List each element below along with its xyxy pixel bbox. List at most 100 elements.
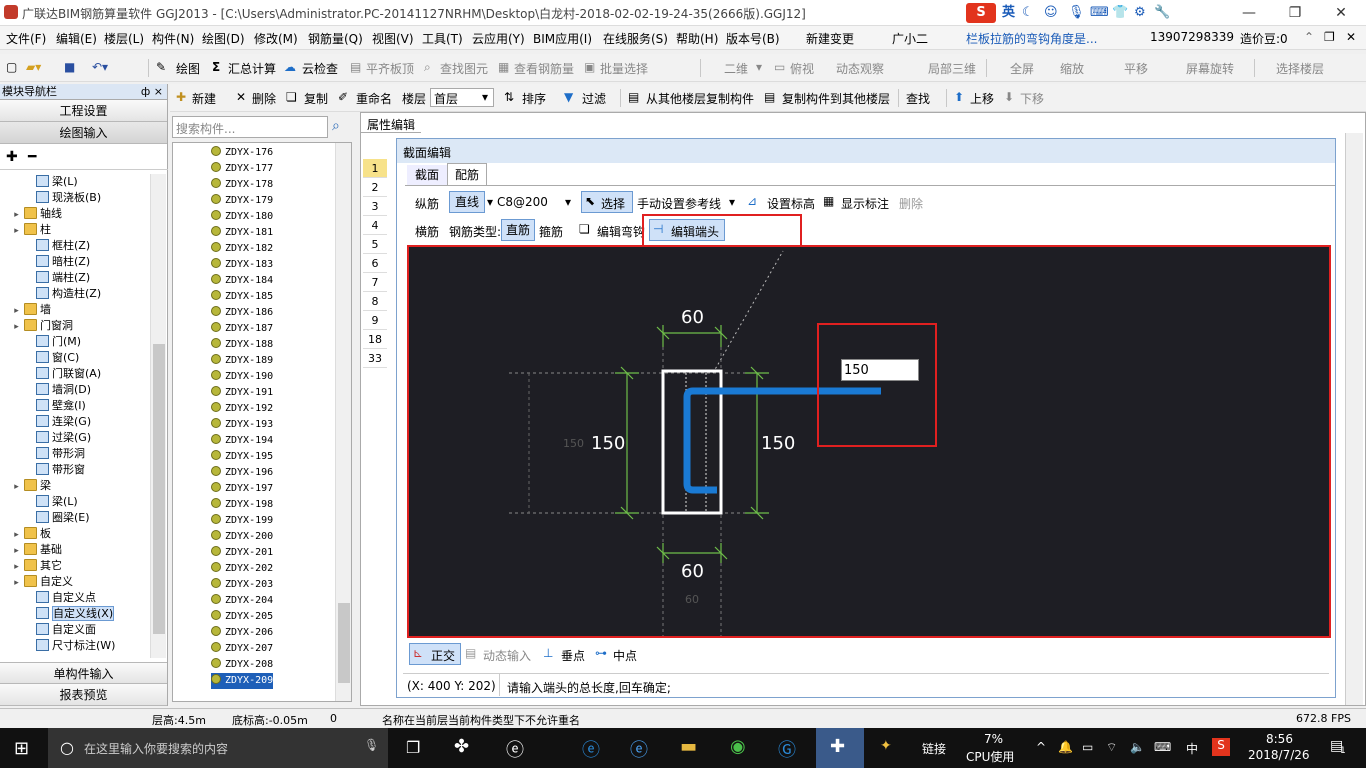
mdi-close-icon[interactable]: ✕	[1346, 30, 1356, 44]
tree-item[interactable]: 梁(L)	[36, 494, 78, 510]
tree-item[interactable]: 自定义线(X)	[36, 606, 115, 622]
property-scrollbar[interactable]	[1345, 133, 1363, 705]
dynamic-input-button[interactable]: 动态输入	[483, 647, 531, 664]
undo-icon[interactable]: ↶▾	[92, 60, 108, 74]
list-item[interactable]: ZDYX-178	[211, 177, 273, 193]
tree-item[interactable]: 自定义面	[36, 622, 96, 638]
property-row-number[interactable]: 8	[363, 292, 387, 311]
ime-english[interactable]: 英	[1002, 3, 1015, 23]
save-icon[interactable]: ■	[64, 60, 75, 74]
file-explorer-icon[interactable]: ▬	[680, 736, 697, 757]
tree-expander-icon[interactable]: ▸	[12, 527, 21, 543]
tray-bell-icon[interactable]: 🔔	[1058, 740, 1073, 754]
menu-edit[interactable]: 编辑(E)	[56, 30, 97, 47]
copy-from-button[interactable]: 从其他楼层复制构件	[646, 90, 754, 107]
move-up-button[interactable]: 上移	[970, 90, 994, 107]
set-elev-button[interactable]: 设置标高	[767, 195, 815, 212]
property-row-number[interactable]: 2	[363, 178, 387, 197]
volume-icon[interactable]: 🔈	[1130, 740, 1145, 754]
rotate-button[interactable]: 屏幕旋转	[1186, 60, 1234, 77]
new-button[interactable]: 新建	[192, 90, 216, 107]
copy-button[interactable]: 复制	[304, 90, 328, 107]
tree-item[interactable]: 门联窗(A)	[36, 366, 101, 382]
tree-expander-icon[interactable]: ▸	[12, 559, 21, 575]
show-dim-button[interactable]: 显示标注	[841, 195, 889, 212]
menu-online[interactable]: 在线服务(S)	[603, 30, 668, 47]
list-item[interactable]: ZDYX-198	[211, 497, 273, 513]
mic-search-icon[interactable]: 🎙	[364, 738, 379, 752]
top-view-button[interactable]: 俯视	[790, 60, 814, 77]
tree-item[interactable]: 自定义点	[36, 590, 96, 606]
tree-item[interactable]: 圈梁(E)	[36, 510, 90, 526]
close-button[interactable]: ✕	[1318, 0, 1364, 26]
move-down-button[interactable]: 下移	[1020, 90, 1044, 107]
menu-help[interactable]: 帮助(H)	[676, 30, 718, 47]
menu-modify[interactable]: 修改(M)	[254, 30, 298, 47]
draw-input-button[interactable]: 绘图输入	[0, 122, 167, 144]
sogou-tray-icon[interactable]: S	[1212, 738, 1230, 756]
clothes-icon[interactable]: 👕	[1112, 3, 1128, 23]
list-item[interactable]: ZDYX-207	[211, 641, 273, 657]
nav-pin-close[interactable]: ф ×	[141, 84, 163, 100]
menu-rebar-qty[interactable]: 钢筋量(Q)	[308, 30, 363, 47]
tree-scrollbar[interactable]	[150, 174, 166, 658]
property-row-number[interactable]: 7	[363, 273, 387, 292]
mdi-restore-icon[interactable]: ❐	[1324, 30, 1335, 44]
list-item[interactable]: ZDYX-177	[211, 161, 273, 177]
stirrup-button[interactable]: 箍筋	[539, 223, 563, 240]
filter-button[interactable]: 过滤	[582, 90, 606, 107]
draw-button[interactable]: 绘图	[176, 60, 200, 77]
list-item[interactable]: ZDYX-192	[211, 401, 273, 417]
tree-scroll-thumb[interactable]	[153, 344, 165, 634]
menu-assistant[interactable]: 广小二	[892, 30, 928, 47]
sogou-icon[interactable]: S	[966, 3, 996, 23]
browser-360-icon[interactable]: ◉	[730, 736, 746, 757]
user-phone[interactable]: 13907298339	[1150, 30, 1234, 44]
property-row-number[interactable]: 1	[363, 159, 387, 178]
list-item[interactable]: ZDYX-184	[211, 273, 273, 289]
list-item[interactable]: ZDYX-190	[211, 369, 273, 385]
report-preview-button[interactable]: 报表预览	[0, 684, 167, 706]
straight-rebar-button[interactable]: 直筋	[501, 219, 535, 241]
list-item[interactable]: ZDYX-179	[211, 193, 273, 209]
property-row-number[interactable]: 6	[363, 254, 387, 273]
tree-item[interactable]: 门(M)	[36, 334, 81, 350]
list-item[interactable]: ZDYX-209	[211, 673, 274, 689]
list-item[interactable]: ZDYX-205	[211, 609, 273, 625]
list-item[interactable]: ZDYX-176	[211, 145, 273, 161]
tree-item[interactable]: ▸ 柱	[12, 222, 51, 238]
property-row-number[interactable]: 5	[363, 235, 387, 254]
tree-item[interactable]: 壁龛(I)	[36, 398, 86, 414]
find-elem-button[interactable]: 查找图元	[440, 60, 488, 77]
list-item[interactable]: ZDYX-204	[211, 593, 273, 609]
list-item[interactable]: ZDYX-197	[211, 481, 273, 497]
menu-cloud[interactable]: 云应用(Y)	[472, 30, 525, 47]
tree-item[interactable]: ▸ 墙	[12, 302, 51, 318]
smile-icon[interactable]: ☺	[1044, 3, 1058, 23]
tree-item[interactable]: ▸ 梁	[12, 478, 51, 494]
line-mode-button[interactable]: 直线	[449, 191, 485, 213]
zoom-button[interactable]: 缩放	[1060, 60, 1084, 77]
keyboard-icon[interactable]: ⌨	[1090, 3, 1109, 23]
collapse-icon[interactable]: ⌃	[1304, 30, 1314, 44]
tree-item[interactable]: 窗(C)	[36, 350, 79, 366]
taskbar-link[interactable]: 链接	[922, 740, 946, 757]
tray-chevron-icon[interactable]: ^	[1036, 740, 1046, 754]
property-row-number[interactable]: 33	[363, 349, 387, 368]
local-3d-button[interactable]: 局部三维	[928, 60, 976, 77]
cloud-check-button[interactable]: 云检查	[302, 60, 338, 77]
list-scrollbar[interactable]	[335, 143, 351, 701]
tree-item[interactable]: 尺寸标注(W)	[36, 638, 115, 654]
tree-expander-icon[interactable]: ▸	[12, 319, 21, 335]
menu-tools[interactable]: 工具(T)	[422, 30, 463, 47]
mic-icon[interactable]: 🎙	[1068, 3, 1085, 23]
property-tab[interactable]: 属性编辑	[361, 113, 421, 133]
list-item[interactable]: ZDYX-186	[211, 305, 273, 321]
component-search-input[interactable]: 搜索构件...	[172, 116, 328, 138]
list-item[interactable]: ZDYX-200	[211, 529, 273, 545]
tree-expander-icon[interactable]: ▸	[12, 543, 21, 559]
menu-bim[interactable]: BIM应用(I)	[533, 30, 592, 47]
property-row-number[interactable]: 4	[363, 216, 387, 235]
bird-icon[interactable]: ✦	[880, 738, 892, 754]
glodon-app-tab[interactable]: ✚	[816, 728, 864, 768]
